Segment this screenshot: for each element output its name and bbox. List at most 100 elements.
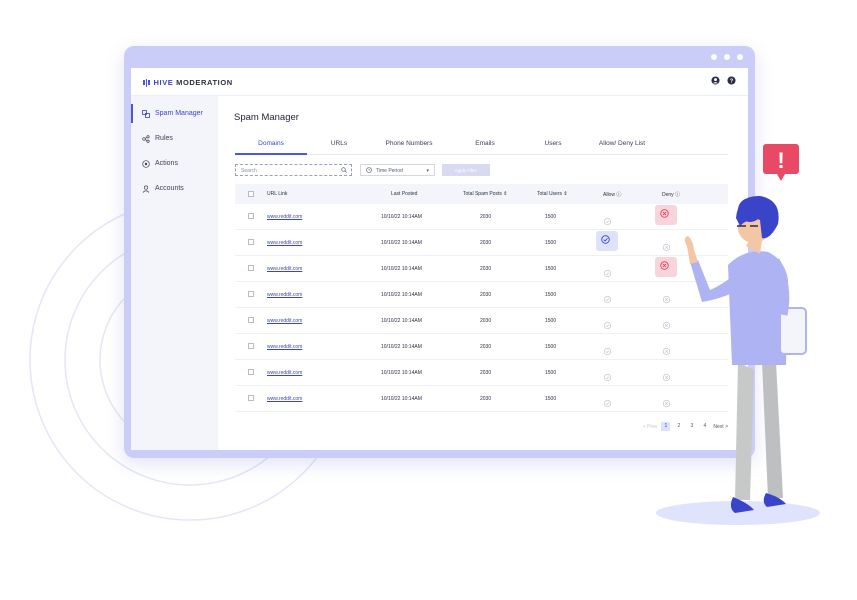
search-placeholder: Search bbox=[241, 168, 257, 174]
check-circle-icon bbox=[603, 217, 612, 226]
row-checkbox[interactable] bbox=[248, 395, 254, 401]
check-circle-icon bbox=[603, 373, 612, 382]
sidebar-item-actions[interactable]: Actions bbox=[131, 151, 218, 176]
allow-button[interactable] bbox=[603, 317, 612, 335]
allow-button[interactable] bbox=[603, 369, 612, 387]
logo-mark: HIVE bbox=[153, 78, 174, 87]
tab-bar: Domains URLs Phone Numbers Emails Users … bbox=[235, 136, 728, 155]
help-icon[interactable]: ? bbox=[727, 76, 736, 85]
sidebar-item-label: Actions bbox=[155, 160, 178, 167]
users-cell: 1500 bbox=[545, 266, 557, 272]
tab-domains[interactable]: Domains bbox=[235, 136, 307, 155]
tab-allow-deny-list[interactable]: Allow/ Deny List bbox=[583, 136, 661, 154]
sidebar-item-spam-manager[interactable]: Spam Manager bbox=[131, 101, 218, 126]
users-cell: 1500 bbox=[545, 318, 557, 324]
column-header-spam-posts[interactable]: Total Spam Posts ⇕ bbox=[463, 191, 508, 197]
tab-phone-numbers[interactable]: Phone Numbers bbox=[371, 136, 447, 154]
row-checkbox[interactable] bbox=[248, 317, 254, 323]
allow-button[interactable] bbox=[603, 265, 612, 283]
rules-icon bbox=[142, 134, 150, 143]
last-posted-cell: 10/10/22 10:14AM bbox=[381, 344, 422, 350]
users-cell: 1500 bbox=[545, 344, 557, 350]
svg-text:!: ! bbox=[777, 148, 784, 173]
url-link[interactable]: www.reddit.com bbox=[267, 292, 302, 298]
alert-icon: ! bbox=[763, 144, 799, 181]
window-dot[interactable] bbox=[737, 54, 743, 60]
users-cell: 1500 bbox=[545, 292, 557, 298]
spam-posts-cell: 2030 bbox=[480, 318, 492, 324]
allow-button[interactable] bbox=[603, 291, 612, 309]
clock-icon bbox=[366, 167, 372, 173]
check-circle-icon bbox=[601, 235, 610, 244]
sidebar-item-label: Rules bbox=[155, 135, 173, 142]
actions-icon bbox=[142, 159, 150, 168]
window-controls bbox=[711, 54, 743, 60]
row-checkbox[interactable] bbox=[248, 291, 254, 297]
url-link[interactable]: www.reddit.com bbox=[267, 370, 302, 376]
url-link[interactable]: www.reddit.com bbox=[267, 396, 302, 402]
row-checkbox[interactable] bbox=[248, 213, 254, 219]
tab-emails[interactable]: Emails bbox=[447, 136, 523, 154]
chevron-down-icon: ▾ bbox=[426, 168, 429, 174]
spam-posts-cell: 2030 bbox=[480, 266, 492, 272]
allow-button[interactable] bbox=[603, 395, 612, 413]
row-checkbox[interactable] bbox=[248, 265, 254, 271]
check-circle-icon bbox=[603, 295, 612, 304]
search-icon bbox=[341, 167, 347, 173]
person-illustration bbox=[656, 195, 820, 525]
url-link[interactable]: www.reddit.com bbox=[267, 240, 302, 246]
column-header-users[interactable]: Total Users ⇕ bbox=[537, 191, 568, 197]
sort-icon: ⇕ bbox=[503, 191, 508, 197]
spam-posts-cell: 2030 bbox=[480, 240, 492, 246]
window-dot[interactable] bbox=[711, 54, 717, 60]
url-link[interactable]: www.reddit.com bbox=[267, 214, 302, 220]
last-posted-cell: 10/10/22 10:14AM bbox=[381, 214, 422, 220]
spam-posts-cell: 2030 bbox=[480, 344, 492, 350]
column-header-allow[interactable]: Allow ⓘ bbox=[603, 191, 621, 198]
select-all-checkbox[interactable] bbox=[248, 191, 254, 197]
last-posted-cell: 10/10/22 10:14AM bbox=[381, 292, 422, 298]
tab-users[interactable]: Users bbox=[523, 136, 583, 154]
row-checkbox[interactable] bbox=[248, 343, 254, 349]
sidebar-item-label: Spam Manager bbox=[155, 110, 203, 117]
users-cell: 1500 bbox=[545, 396, 557, 402]
column-header-last-posted[interactable]: Last Posted bbox=[391, 191, 417, 197]
allow-button[interactable] bbox=[596, 231, 618, 251]
logo-icon bbox=[143, 78, 150, 87]
last-posted-cell: 10/10/22 10:14AM bbox=[381, 240, 422, 246]
sort-icon: ⇕ bbox=[563, 191, 568, 197]
sidebar-item-accounts[interactable]: Accounts bbox=[131, 176, 218, 201]
last-posted-cell: 10/10/22 10:14AM bbox=[381, 396, 422, 402]
tab-urls[interactable]: URLs bbox=[307, 136, 371, 154]
time-period-select[interactable]: Time Period ▾ bbox=[360, 164, 435, 176]
allow-button[interactable] bbox=[603, 343, 612, 361]
users-cell: 1500 bbox=[545, 370, 557, 376]
search-input[interactable]: Search bbox=[235, 164, 352, 176]
user-icon bbox=[142, 185, 150, 193]
row-checkbox[interactable] bbox=[248, 369, 254, 375]
svg-text:?: ? bbox=[730, 79, 734, 85]
time-period-label: Time Period bbox=[376, 168, 403, 174]
spam-posts-cell: 2030 bbox=[480, 370, 492, 376]
sidebar-item-rules[interactable]: Rules bbox=[131, 126, 218, 151]
apply-filter-button[interactable]: Apply Filter bbox=[442, 164, 490, 176]
page-title: Spam Manager bbox=[234, 112, 299, 123]
info-icon: ⓘ bbox=[616, 192, 622, 198]
allow-button[interactable] bbox=[603, 213, 612, 231]
check-circle-icon bbox=[603, 399, 612, 408]
url-link[interactable]: www.reddit.com bbox=[267, 318, 302, 324]
last-posted-cell: 10/10/22 10:14AM bbox=[381, 370, 422, 376]
sidebar-item-label: Accounts bbox=[155, 185, 184, 192]
spam-posts-cell: 2030 bbox=[480, 292, 492, 298]
user-icon[interactable] bbox=[711, 76, 720, 85]
spam-posts-cell: 2030 bbox=[480, 396, 492, 402]
column-header-url[interactable]: URL Link bbox=[267, 191, 287, 197]
last-posted-cell: 10/10/22 10:14AM bbox=[381, 266, 422, 272]
check-circle-icon bbox=[603, 269, 612, 278]
url-link[interactable]: www.reddit.com bbox=[267, 344, 302, 350]
check-circle-icon bbox=[603, 347, 612, 356]
window-dot[interactable] bbox=[724, 54, 730, 60]
url-link[interactable]: www.reddit.com bbox=[267, 266, 302, 272]
users-cell: 1500 bbox=[545, 240, 557, 246]
row-checkbox[interactable] bbox=[248, 239, 254, 245]
